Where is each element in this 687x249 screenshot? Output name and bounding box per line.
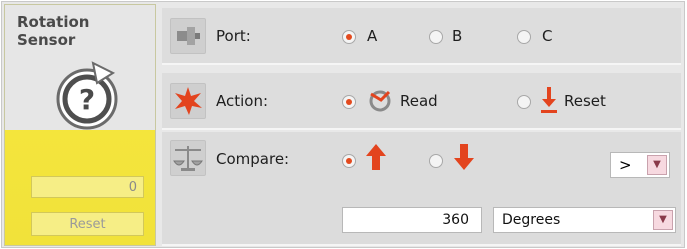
port-c-radio[interactable] xyxy=(517,30,531,44)
action-label: Action: xyxy=(216,92,269,110)
reset-arrow-icon xyxy=(541,87,557,113)
action-burst-icon xyxy=(170,83,206,119)
scale-icon xyxy=(170,140,206,176)
svg-text:?: ? xyxy=(79,83,95,116)
port-c-label: C xyxy=(542,27,553,45)
port-icon xyxy=(170,18,206,54)
compare-down-radio[interactable] xyxy=(429,154,443,168)
compare-operator-value: > xyxy=(619,156,632,174)
port-b-label: B xyxy=(452,27,463,45)
compare-up-radio[interactable] xyxy=(342,154,356,168)
action-read-label: Read xyxy=(400,92,438,110)
block-title-line1: Rotation xyxy=(17,13,90,31)
reset-button[interactable]: Reset xyxy=(31,212,144,236)
port-row: Port: A B C xyxy=(162,8,681,65)
action-reset-label: Reset xyxy=(564,92,606,110)
port-a-radio[interactable] xyxy=(342,30,356,44)
block-title-line2: Sensor xyxy=(17,31,76,49)
read-icon xyxy=(369,90,391,112)
rotation-sensor-block: Rotation Sensor ? 0 Reset xyxy=(4,4,156,246)
chevron-down-icon[interactable]: ▼ xyxy=(653,210,673,230)
port-label: Port: xyxy=(216,27,251,45)
unit-dropdown-value: Degrees xyxy=(502,212,561,228)
block-title: Rotation Sensor xyxy=(17,13,89,49)
chevron-down-icon[interactable]: ▼ xyxy=(647,155,667,175)
rotation-sensor-icon: ? xyxy=(56,61,118,130)
port-a-label: A xyxy=(367,27,378,45)
action-reset-radio[interactable] xyxy=(517,95,531,109)
compare-value-input[interactable]: 360 xyxy=(342,207,482,233)
up-arrow-icon xyxy=(366,144,386,170)
down-arrow-icon xyxy=(454,144,474,170)
compare-row: Compare: > ▼ 360 Degrees ▼ xyxy=(162,132,681,246)
unit-dropdown[interactable]: Degrees ▼ xyxy=(493,207,676,233)
port-b-radio[interactable] xyxy=(429,30,443,44)
action-read-radio[interactable] xyxy=(342,95,356,109)
compare-operator-dropdown[interactable]: > ▼ xyxy=(610,152,670,178)
compare-label: Compare: xyxy=(216,150,290,168)
action-row: Action: Read Reset xyxy=(162,73,681,130)
sensor-value-display: 0 xyxy=(31,176,144,198)
